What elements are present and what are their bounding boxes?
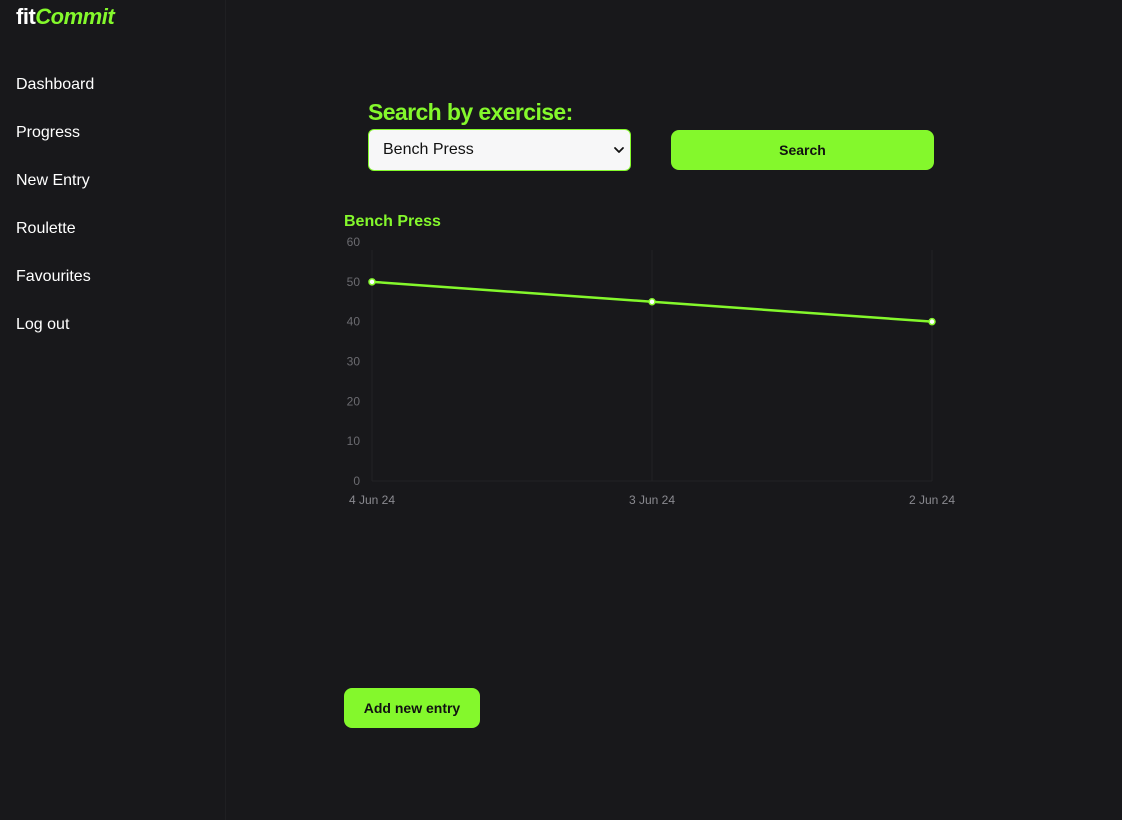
y-tick-label: 0	[353, 474, 360, 488]
y-tick-label: 30	[347, 355, 361, 369]
add-entry-button[interactable]: Add new entry	[344, 688, 480, 728]
data-point	[368, 278, 376, 286]
sidebar-item-new-entry[interactable]: New Entry	[16, 170, 94, 218]
y-tick-label: 40	[347, 315, 361, 329]
sidebar-item-dashboard[interactable]: Dashboard	[16, 74, 94, 122]
chart-title: Bench Press	[344, 213, 441, 230]
exercise-select[interactable]: Bench Press	[368, 129, 631, 171]
exercise-select-value: Bench Press	[383, 141, 474, 158]
sidebar: fitCommit Dashboard Progress New Entry R…	[0, 0, 226, 820]
logo-fit: fit	[16, 4, 36, 29]
search-title: Search by exercise:	[368, 99, 573, 125]
data-point	[928, 317, 936, 326]
sidebar-item-favourites[interactable]: Favourites	[16, 266, 94, 314]
y-tick-label: 60	[347, 235, 361, 249]
sidebar-nav: Dashboard Progress New Entry Roulette Fa…	[16, 74, 94, 362]
data-point	[648, 298, 656, 306]
y-tick-label: 10	[347, 434, 361, 448]
x-tick-label: 4 Jun 24	[349, 493, 395, 507]
sidebar-item-progress[interactable]: Progress	[16, 122, 94, 170]
search-button[interactable]: Search	[671, 130, 934, 170]
x-tick-label: 3 Jun 24	[629, 493, 675, 507]
logo-commit: Commit	[35, 4, 115, 29]
progress-line-chart: 0 10 20 30 40 50 60 4 Jun 24 3 Jun 24 2 Jun 24	[347, 235, 956, 507]
sidebar-item-roulette[interactable]: Roulette	[16, 218, 94, 266]
chevron-down-icon	[614, 147, 624, 153]
app-logo[interactable]: fitCommit	[16, 4, 115, 30]
y-tick-label: 20	[347, 394, 361, 408]
y-tick-label: 50	[347, 275, 361, 289]
sidebar-item-log-out[interactable]: Log out	[16, 314, 94, 362]
x-tick-label: 2 Jun 24	[909, 493, 955, 507]
